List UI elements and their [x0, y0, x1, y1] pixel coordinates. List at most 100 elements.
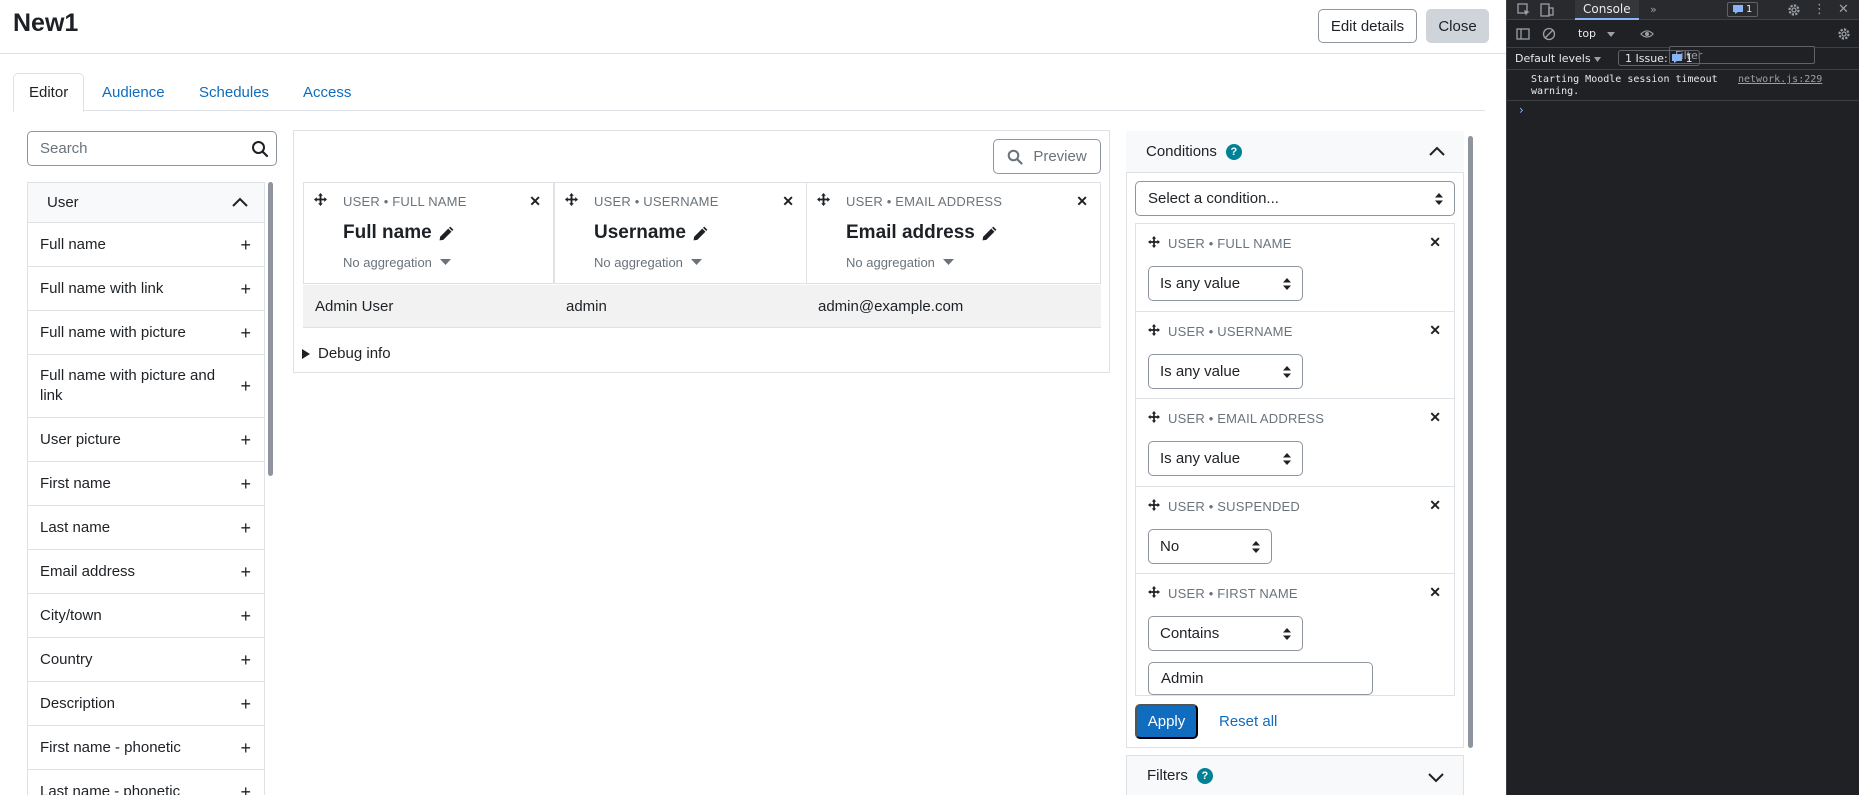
- sidebar-item-city-town[interactable]: City/town +: [28, 594, 264, 638]
- edit-details-button[interactable]: Edit details: [1318, 9, 1417, 43]
- sidebar-item-last-name[interactable]: Last name +: [28, 506, 264, 550]
- plus-icon[interactable]: +: [240, 694, 251, 714]
- levels-dropdown[interactable]: Default levels: [1515, 52, 1591, 65]
- close-icon[interactable]: ✕: [1429, 584, 1441, 601]
- tab-access[interactable]: Access: [303, 73, 351, 111]
- sidebar-item-country[interactable]: Country +: [28, 638, 264, 682]
- close-icon[interactable]: ✕: [1429, 497, 1441, 514]
- close-icon[interactable]: ✕: [1076, 193, 1088, 210]
- console-prompt-icon[interactable]: ›: [1519, 103, 1524, 117]
- move-icon[interactable]: [565, 193, 578, 206]
- sidebar-item-email-address[interactable]: Email address +: [28, 550, 264, 594]
- help-icon[interactable]: ?: [1196, 767, 1213, 784]
- close-icon[interactable]: ✕: [1429, 234, 1441, 251]
- condition-label: USER • EMAIL ADDRESS: [1168, 411, 1325, 426]
- search-icon[interactable]: [251, 140, 269, 158]
- plus-icon[interactable]: +: [240, 279, 251, 299]
- conditions-header[interactable]: Conditions?: [1126, 131, 1464, 173]
- sidebar-scrollbar[interactable]: [268, 182, 273, 476]
- sidebar-item-last-name-phonetic[interactable]: Last name - phonetic +: [28, 770, 264, 795]
- kebab-menu-icon[interactable]: ⋮: [1813, 2, 1826, 17]
- move-icon[interactable]: [817, 193, 830, 206]
- close-button[interactable]: Close: [1426, 9, 1489, 43]
- search-input[interactable]: [28, 132, 228, 165]
- operator-select[interactable]: Is any value: [1148, 354, 1303, 389]
- column-title[interactable]: Username: [594, 222, 709, 244]
- pencil-icon[interactable]: [438, 225, 455, 242]
- chevron-up-icon[interactable]: [231, 197, 249, 208]
- condition-select[interactable]: Select a condition...: [1135, 181, 1455, 216]
- reset-all-link[interactable]: Reset all: [1219, 713, 1277, 730]
- move-icon[interactable]: [1148, 411, 1160, 423]
- debug-info-toggle[interactable]: Debug info: [302, 345, 391, 362]
- column-title[interactable]: Email address: [846, 222, 998, 244]
- sidebar-item-full-name-with-picture-and-link[interactable]: Full name with picture and link +: [28, 355, 264, 418]
- sidebar-item-full-name[interactable]: Full name +: [28, 223, 264, 267]
- condition-value-input[interactable]: Admin: [1148, 662, 1373, 695]
- column-title[interactable]: Full name: [343, 222, 455, 244]
- sidebar-item-first-name[interactable]: First name +: [28, 462, 264, 506]
- plus-icon[interactable]: +: [240, 323, 251, 343]
- operator-select[interactable]: No: [1148, 529, 1272, 564]
- sidebar-item-description[interactable]: Description +: [28, 682, 264, 726]
- close-icon[interactable]: ✕: [782, 193, 794, 210]
- inspect-icon[interactable]: [1517, 3, 1531, 17]
- close-icon[interactable]: ✕: [1429, 322, 1441, 339]
- move-icon[interactable]: [1148, 499, 1160, 511]
- operator-select[interactable]: Contains: [1148, 616, 1303, 651]
- plus-icon[interactable]: +: [240, 562, 251, 582]
- close-icon[interactable]: ✕: [1838, 2, 1849, 17]
- preview-button[interactable]: Preview: [993, 139, 1101, 174]
- move-icon[interactable]: [1148, 586, 1160, 598]
- operator-select[interactable]: Is any value: [1148, 266, 1303, 301]
- plus-icon[interactable]: +: [240, 518, 251, 538]
- search-field[interactable]: [27, 131, 277, 166]
- plus-icon[interactable]: +: [240, 782, 251, 795]
- help-icon[interactable]: ?: [1225, 143, 1242, 160]
- tab-schedules[interactable]: Schedules: [199, 73, 269, 111]
- more-tabs-icon[interactable]: »: [1650, 3, 1657, 16]
- apply-button[interactable]: Apply: [1135, 704, 1198, 739]
- eye-icon[interactable]: [1640, 27, 1654, 41]
- sidebar-item-full-name-with-picture[interactable]: Full name with picture +: [28, 311, 264, 355]
- tab-editor[interactable]: Editor: [13, 73, 85, 112]
- close-icon[interactable]: ✕: [529, 193, 541, 210]
- aggregation-dropdown[interactable]: No aggregation: [343, 255, 451, 270]
- gear-icon[interactable]: [1837, 27, 1851, 41]
- pencil-icon[interactable]: [692, 225, 709, 242]
- filters-card[interactable]: Filters?: [1126, 755, 1464, 795]
- conditions-scrollbar[interactable]: [1468, 136, 1473, 748]
- device-toggle-icon[interactable]: [1540, 3, 1554, 17]
- aggregation-dropdown[interactable]: No aggregation: [846, 255, 954, 270]
- move-icon[interactable]: [1148, 236, 1160, 248]
- tab-audience[interactable]: Audience: [102, 73, 165, 111]
- move-icon[interactable]: [1148, 324, 1160, 336]
- operator-select[interactable]: Is any value: [1148, 441, 1303, 476]
- plus-icon[interactable]: +: [240, 430, 251, 450]
- plus-icon[interactable]: +: [240, 650, 251, 670]
- sidebar-group-user[interactable]: User: [28, 183, 264, 223]
- sidebar-item-full-name-with-link[interactable]: Full name with link +: [28, 267, 264, 311]
- close-icon[interactable]: ✕: [1429, 409, 1441, 426]
- clear-console-icon[interactable]: [1542, 27, 1556, 41]
- aggregation-dropdown[interactable]: No aggregation: [594, 255, 702, 270]
- plus-icon[interactable]: +: [240, 235, 251, 255]
- chevron-up-icon[interactable]: [1428, 146, 1446, 157]
- issues-button[interactable]: 1 Issue: 1: [1618, 50, 1700, 66]
- chevron-down-icon[interactable]: [1427, 772, 1445, 783]
- plus-icon[interactable]: +: [240, 376, 251, 396]
- pencil-icon[interactable]: [981, 225, 998, 242]
- sidebar-item-user-picture[interactable]: User picture +: [28, 418, 264, 462]
- sidebar-toggle-icon[interactable]: [1516, 27, 1530, 41]
- plus-icon[interactable]: +: [240, 738, 251, 758]
- message-badge[interactable]: 1: [1727, 2, 1759, 17]
- sidebar-item-first-name-phonetic[interactable]: First name - phonetic +: [28, 726, 264, 770]
- plus-icon[interactable]: +: [240, 606, 251, 626]
- console-source-link[interactable]: network.js:229: [1738, 74, 1822, 85]
- gear-icon[interactable]: [1787, 3, 1801, 17]
- table-row: Admin User admin admin@example.com: [303, 285, 1101, 328]
- move-icon[interactable]: [314, 193, 327, 206]
- plus-icon[interactable]: +: [240, 474, 251, 494]
- context-selector[interactable]: top: [1578, 27, 1596, 40]
- tab-console[interactable]: Console: [1575, 0, 1639, 20]
